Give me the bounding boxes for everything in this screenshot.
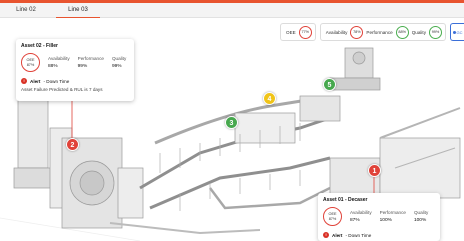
asset-01-performance-value: 100% [379, 218, 392, 223]
asset-01-card[interactable]: Asset 01 - Decaser OEE 87% Availability … [318, 193, 440, 241]
asset-02-alert-label: Alert [30, 78, 41, 84]
asset-01-performance-label: Performance [379, 210, 406, 215]
asset-01-alert-type: - Down Time [345, 232, 372, 238]
asset-01-title: Asset 01 - Decaser [323, 197, 368, 203]
asset-02-oee-value: 87% [26, 62, 35, 67]
line-tabs: Line 02 Line 03 [0, 3, 464, 18]
asset-02-alert-desc: Asset Failure Predicted & RUL is 7 days [21, 87, 103, 92]
kpi-performance-label: Performance [366, 29, 393, 35]
asset-01-quality-value: 100% [413, 218, 427, 223]
asset-02-alert: ! Alert - Down Time [21, 78, 129, 84]
asset-01-availability-label: Availability [350, 210, 372, 215]
asset-marker-2[interactable]: 2 [66, 138, 79, 151]
asset-marker-1[interactable]: 1 [368, 164, 381, 177]
asset-02-quality-value: 99% [111, 64, 122, 69]
asset-02-oee-ring: OEE 87% [21, 53, 40, 72]
go-dot-icon [452, 30, 456, 34]
tab-line-03[interactable]: Line 03 [56, 3, 100, 18]
tab-line-02[interactable]: Line 02 [4, 3, 48, 18]
asset-02-performance-value: 99% [77, 64, 88, 69]
kpi-availability: Availability 78% Performance 88% Quality… [319, 23, 446, 41]
asset-02-performance-label: Performance [77, 56, 104, 61]
asset-01-availability-value: 87% [350, 218, 360, 223]
asset-02-title: Asset 02 - Filler [21, 43, 58, 49]
kpi-quality-label: Quality [411, 29, 426, 35]
asset-02-availability-label: Availability [48, 56, 70, 61]
asset-marker-3[interactable]: 3 [225, 116, 238, 129]
asset-02-quality: Quality 99% [112, 56, 126, 69]
asset-01-quality: Quality 100% [414, 210, 428, 223]
asset-01-performance: Performance 100% [380, 210, 406, 223]
kpi-quality-ring: 99% [429, 25, 442, 39]
alert-icon: ! [21, 78, 27, 84]
asset-01-alert: ! Alert - Down Time [323, 232, 435, 238]
alert-icon: ! [323, 232, 329, 238]
kpi-availability-label: Availability [325, 29, 348, 35]
asset-01-quality-label: Quality [413, 210, 429, 215]
asset-01-oee-ring: OEE 87% [323, 207, 342, 226]
asset-marker-5[interactable]: 5 [323, 78, 336, 91]
asset-marker-4[interactable]: 4 [263, 92, 276, 105]
asset-02-availability-value: 88% [48, 64, 58, 69]
asset-02-card[interactable]: Asset 02 - Filler OEE 87% Availability 8… [16, 39, 134, 101]
go-button-label: GC [456, 29, 463, 35]
kpi-oee-ring: 77% [298, 25, 312, 39]
asset-01-availability: Availability 87% [350, 210, 372, 223]
kpi-performance-ring: 88% [395, 25, 409, 39]
kpi-oee-label: OEE [286, 29, 296, 35]
go-button[interactable]: GC [450, 23, 464, 41]
asset-01-oee-value: 87% [328, 216, 337, 221]
asset-02-quality-label: Quality [111, 56, 127, 61]
asset-02-performance: Performance 99% [78, 56, 104, 69]
asset-02-alert-type: - Down Time [43, 78, 70, 84]
kpi-bar: OEE 77% Availability 78% Performance 88%… [280, 22, 464, 42]
asset-01-alert-label: Alert [332, 232, 343, 238]
asset-02-availability: Availability 88% [48, 56, 70, 69]
kpi-oee: OEE 77% [280, 23, 316, 41]
kpi-availability-ring: 78% [350, 25, 364, 39]
